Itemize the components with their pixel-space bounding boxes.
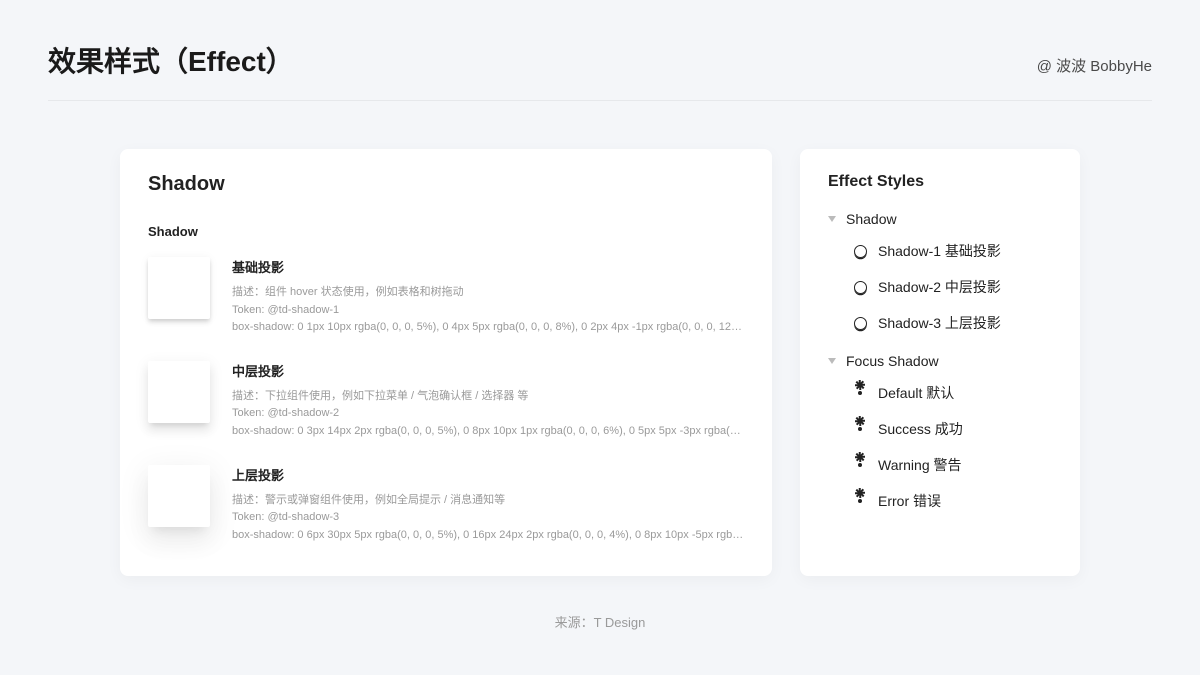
shadow-token: Token: @td-shadow-1: [232, 302, 744, 320]
tree-item-label: Warning 警告: [878, 455, 962, 475]
chevron-down-icon: [828, 216, 836, 222]
tree-item-label: Shadow-2 中层投影: [878, 277, 1001, 297]
author-credit: @ 波波 BobbyHe: [1037, 55, 1152, 76]
page-title: 效果样式（Effect）: [48, 40, 294, 80]
tree-item-shadow-1[interactable]: Shadow-1 基础投影: [828, 233, 1052, 269]
focus-style-icon: [852, 385, 868, 401]
chevron-down-icon: [828, 358, 836, 364]
shadow-name: 中层投影: [232, 361, 744, 380]
shadow-css: box-shadow: 0 3px 14px 2px rgba(0, 0, 0,…: [232, 423, 744, 441]
tree-item-shadow-3[interactable]: Shadow-3 上层投影: [828, 305, 1052, 341]
shadow-name: 上层投影: [232, 465, 744, 484]
tree-group-shadow[interactable]: Shadow: [828, 205, 1052, 233]
shadow-desc: 描述：下拉组件使用，例如下拉菜单 / 气泡确认框 / 选择器 等: [232, 388, 744, 406]
shadow-swatch-2: [148, 361, 210, 423]
shadow-card: Shadow Shadow 基础投影 描述：组件 hover 状态使用，例如表格…: [120, 149, 772, 576]
effect-styles-heading: Effect Styles: [828, 173, 1052, 191]
shadow-name: 基础投影: [232, 257, 744, 276]
tree-item-focus-error[interactable]: Error 错误: [828, 483, 1052, 519]
tree-group-label: Focus Shadow: [846, 353, 939, 369]
shadow-swatch-1: [148, 257, 210, 319]
focus-style-icon: [852, 493, 868, 509]
shadow-css: box-shadow: 0 6px 30px 5px rgba(0, 0, 0,…: [232, 527, 744, 545]
effect-styles-tree: Shadow Shadow-1 基础投影 Shadow-2 中层投影 Shado…: [828, 205, 1052, 519]
shadow-swatch-3: [148, 465, 210, 527]
shadow-token: Token: @td-shadow-2: [232, 405, 744, 423]
page-header: 效果样式（Effect） @ 波波 BobbyHe: [48, 40, 1152, 101]
tree-item-focus-warning[interactable]: Warning 警告: [828, 447, 1052, 483]
shadow-style-icon: [852, 279, 868, 295]
tree-item-label: Shadow-3 上层投影: [878, 313, 1001, 333]
tree-item-focus-default[interactable]: Default 默认: [828, 375, 1052, 411]
tree-item-label: Error 错误: [878, 491, 941, 511]
shadow-css: box-shadow: 0 1px 10px rgba(0, 0, 0, 5%)…: [232, 319, 744, 337]
shadow-token: Token: @td-shadow-3: [232, 509, 744, 527]
shadow-style-icon: [852, 315, 868, 331]
tree-item-label: Default 默认: [878, 383, 954, 403]
focus-style-icon: [852, 421, 868, 437]
tree-group-focus-shadow[interactable]: Focus Shadow: [828, 347, 1052, 375]
focus-style-icon: [852, 457, 868, 473]
shadow-item: 上层投影 描述：警示或弹窗组件使用，例如全局提示 / 消息通知等 Token: …: [148, 465, 744, 545]
tree-item-focus-success[interactable]: Success 成功: [828, 411, 1052, 447]
effect-styles-card: Effect Styles Shadow Shadow-1 基础投影 Shado…: [800, 149, 1080, 576]
shadow-desc: 描述：警示或弹窗组件使用，例如全局提示 / 消息通知等: [232, 492, 744, 510]
shadow-desc: 描述：组件 hover 状态使用，例如表格和树拖动: [232, 284, 744, 302]
shadow-card-heading: Shadow: [148, 173, 744, 196]
shadow-section-label: Shadow: [148, 224, 744, 239]
tree-item-label: Shadow-1 基础投影: [878, 241, 1001, 261]
shadow-item: 基础投影 描述：组件 hover 状态使用，例如表格和树拖动 Token: @t…: [148, 257, 744, 337]
shadow-item: 中层投影 描述：下拉组件使用，例如下拉菜单 / 气泡确认框 / 选择器 等 To…: [148, 361, 744, 441]
tree-item-label: Success 成功: [878, 419, 963, 439]
tree-group-label: Shadow: [846, 211, 897, 227]
tree-item-shadow-2[interactable]: Shadow-2 中层投影: [828, 269, 1052, 305]
footer-credit: 来源：T Design: [48, 612, 1152, 631]
shadow-style-icon: [852, 243, 868, 259]
